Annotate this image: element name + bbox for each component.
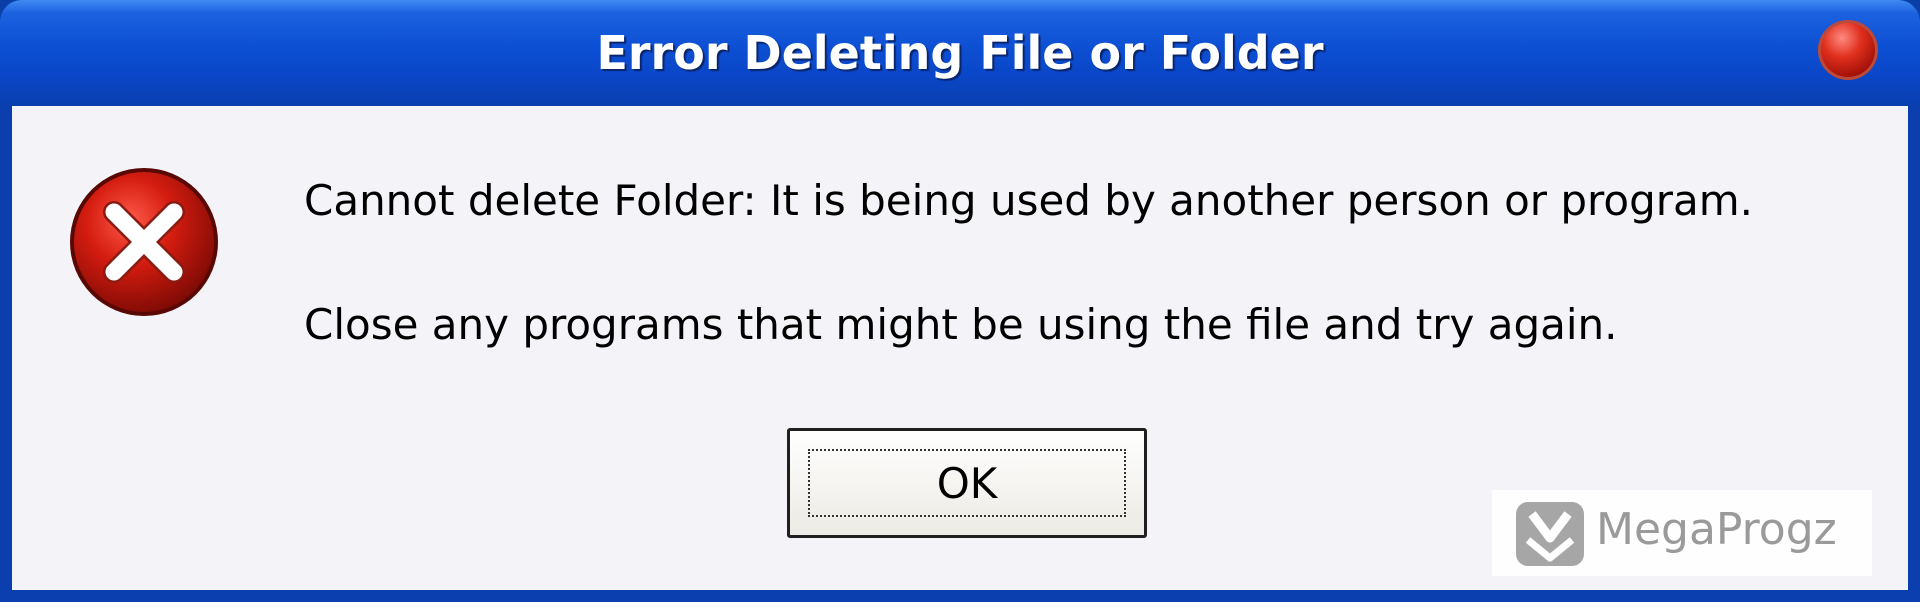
close-icon[interactable]: [1818, 20, 1878, 80]
megaprogz-logo-icon: [1516, 502, 1584, 566]
dialog-window: Error Deleting File or Folder Cannot del…: [0, 0, 1920, 602]
title-bar[interactable]: Error Deleting File or Folder: [0, 0, 1920, 106]
watermark: MegaProgz: [1492, 490, 1872, 576]
watermark-text: MegaProgz: [1596, 504, 1837, 555]
window-title: Error Deleting File or Folder: [596, 26, 1324, 80]
ok-button[interactable]: OK: [787, 428, 1147, 538]
error-message: Cannot delete Folder: It is being used b…: [304, 176, 1754, 225]
error-icon: [70, 168, 218, 316]
error-hint: Close any programs that might be using t…: [304, 300, 1618, 349]
dialog-body: Cannot delete Folder: It is being used b…: [12, 106, 1908, 590]
ok-button-label: OK: [808, 449, 1126, 517]
